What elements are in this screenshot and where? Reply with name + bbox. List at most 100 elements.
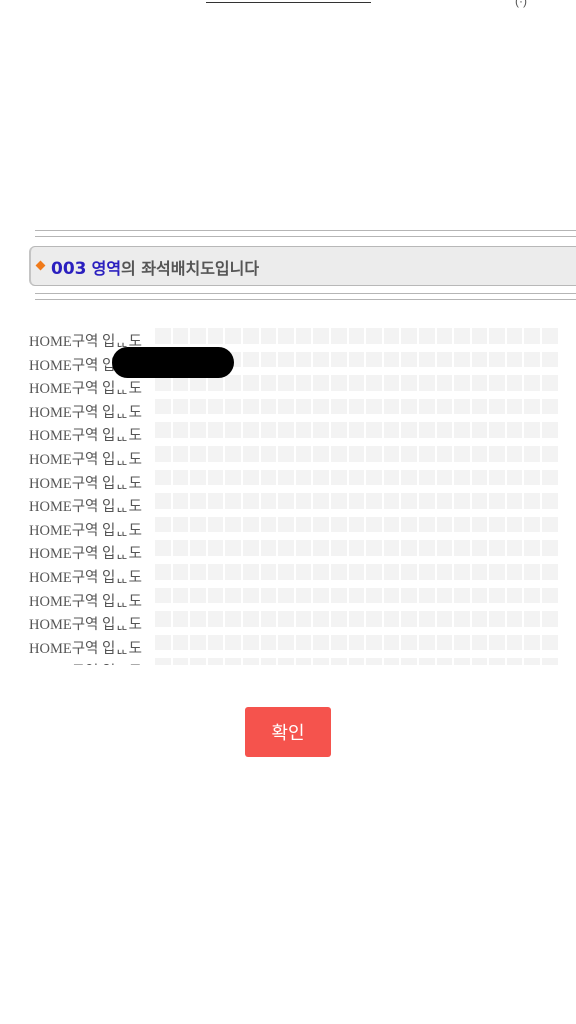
- seat-cell[interactable]: [330, 587, 347, 604]
- seat-cell[interactable]: [225, 398, 241, 415]
- seat-cell[interactable]: [242, 658, 259, 665]
- seat-cell[interactable]: [295, 587, 312, 604]
- seat-cell[interactable]: [330, 445, 347, 462]
- seat-cell[interactable]: [489, 516, 505, 533]
- seat-cell[interactable]: [401, 611, 417, 627]
- seat-cell[interactable]: [366, 469, 382, 486]
- seat-cell[interactable]: [278, 351, 294, 368]
- seat-cell[interactable]: [295, 611, 312, 627]
- seat-cell[interactable]: [278, 658, 294, 665]
- seat-cell[interactable]: [313, 611, 329, 627]
- seat-cell[interactable]: [348, 398, 365, 415]
- seat-cell[interactable]: [418, 563, 435, 580]
- seat-cell[interactable]: [436, 611, 453, 627]
- seat-cell[interactable]: [348, 516, 365, 533]
- seat-cell[interactable]: [295, 658, 312, 665]
- seat-cell[interactable]: [524, 658, 541, 665]
- seat-cell[interactable]: [418, 611, 435, 627]
- seat-cell[interactable]: [489, 634, 505, 651]
- seat-cell[interactable]: [348, 375, 365, 391]
- seat-cell[interactable]: [401, 422, 417, 438]
- seat-cell[interactable]: [418, 328, 435, 344]
- seat-cell[interactable]: [366, 587, 382, 604]
- seat-cell[interactable]: [401, 493, 417, 509]
- seat-cell[interactable]: [366, 634, 382, 651]
- seat-cell[interactable]: [506, 563, 523, 580]
- seat-cell[interactable]: [278, 445, 294, 462]
- seat-cell[interactable]: [207, 563, 224, 580]
- seat-cell[interactable]: [471, 351, 488, 368]
- seat-cell[interactable]: [383, 375, 400, 391]
- seat-cell[interactable]: [155, 516, 171, 533]
- seat-cell[interactable]: [313, 587, 329, 604]
- seat-cell[interactable]: [207, 493, 224, 509]
- seat-cell[interactable]: [436, 422, 453, 438]
- seat-cell[interactable]: [454, 493, 470, 509]
- seat-cell[interactable]: [366, 422, 382, 438]
- seat-cell[interactable]: [225, 611, 241, 627]
- seat-cell[interactable]: [295, 375, 312, 391]
- seat-cell[interactable]: [506, 398, 523, 415]
- seat-cell[interactable]: [489, 398, 505, 415]
- seat-cell[interactable]: [225, 658, 241, 665]
- seat-cell[interactable]: [295, 422, 312, 438]
- seat-cell[interactable]: [330, 351, 347, 368]
- seat-cell[interactable]: [242, 493, 259, 509]
- seat-cell[interactable]: [295, 398, 312, 415]
- seat-cell[interactable]: [383, 658, 400, 665]
- seat-cell[interactable]: [313, 469, 329, 486]
- seat-cell[interactable]: [471, 563, 488, 580]
- seat-cell[interactable]: [225, 516, 241, 533]
- seat-cell[interactable]: [454, 611, 470, 627]
- seat-cell[interactable]: [207, 658, 224, 665]
- seat-cell[interactable]: [278, 540, 294, 556]
- seat-cell[interactable]: [401, 398, 417, 415]
- seat-cell[interactable]: [418, 445, 435, 462]
- seat-cell[interactable]: [524, 351, 541, 368]
- seat-cell[interactable]: [471, 587, 488, 604]
- seat-cell[interactable]: [454, 328, 470, 344]
- seat-cell[interactable]: [242, 375, 259, 391]
- seat-cell[interactable]: [260, 398, 277, 415]
- seat-cell[interactable]: [172, 540, 189, 556]
- seat-cell[interactable]: [436, 445, 453, 462]
- seat-cell[interactable]: [471, 328, 488, 344]
- seat-cell[interactable]: [207, 422, 224, 438]
- seat-cell[interactable]: [506, 469, 523, 486]
- seat-cell[interactable]: [366, 658, 382, 665]
- seat-cell[interactable]: [278, 469, 294, 486]
- seat-cell[interactable]: [260, 445, 277, 462]
- seat-cell[interactable]: [524, 516, 541, 533]
- seat-cell[interactable]: [190, 611, 206, 627]
- seat-cell[interactable]: [418, 351, 435, 368]
- seat-cell[interactable]: [436, 516, 453, 533]
- seat-cell[interactable]: [172, 611, 189, 627]
- seat-cell[interactable]: [190, 516, 206, 533]
- seat-cell[interactable]: [155, 658, 171, 665]
- seat-cell[interactable]: [401, 445, 417, 462]
- seat-cell[interactable]: [330, 658, 347, 665]
- seat-cell[interactable]: [242, 351, 259, 368]
- seat-cell[interactable]: [436, 493, 453, 509]
- seat-cell[interactable]: [313, 658, 329, 665]
- seat-cell[interactable]: [172, 469, 189, 486]
- seat-cell[interactable]: [313, 516, 329, 533]
- seat-cell[interactable]: [401, 540, 417, 556]
- seat-cell[interactable]: [190, 634, 206, 651]
- seat-cell[interactable]: [524, 328, 541, 344]
- seat-cell[interactable]: [506, 422, 523, 438]
- seat-cell[interactable]: [401, 634, 417, 651]
- seat-cell[interactable]: [190, 445, 206, 462]
- seat-cell[interactable]: [190, 398, 206, 415]
- seat-cell[interactable]: [190, 469, 206, 486]
- seat-cell[interactable]: [524, 493, 541, 509]
- seat-cell[interactable]: [172, 587, 189, 604]
- seat-cell[interactable]: [436, 634, 453, 651]
- seat-cell[interactable]: [542, 375, 558, 391]
- seat-cell[interactable]: [260, 516, 277, 533]
- seat-cell[interactable]: [506, 658, 523, 665]
- seat-cell[interactable]: [506, 328, 523, 344]
- seat-cell[interactable]: [348, 328, 365, 344]
- seat-cell[interactable]: [348, 422, 365, 438]
- seat-cell[interactable]: [383, 493, 400, 509]
